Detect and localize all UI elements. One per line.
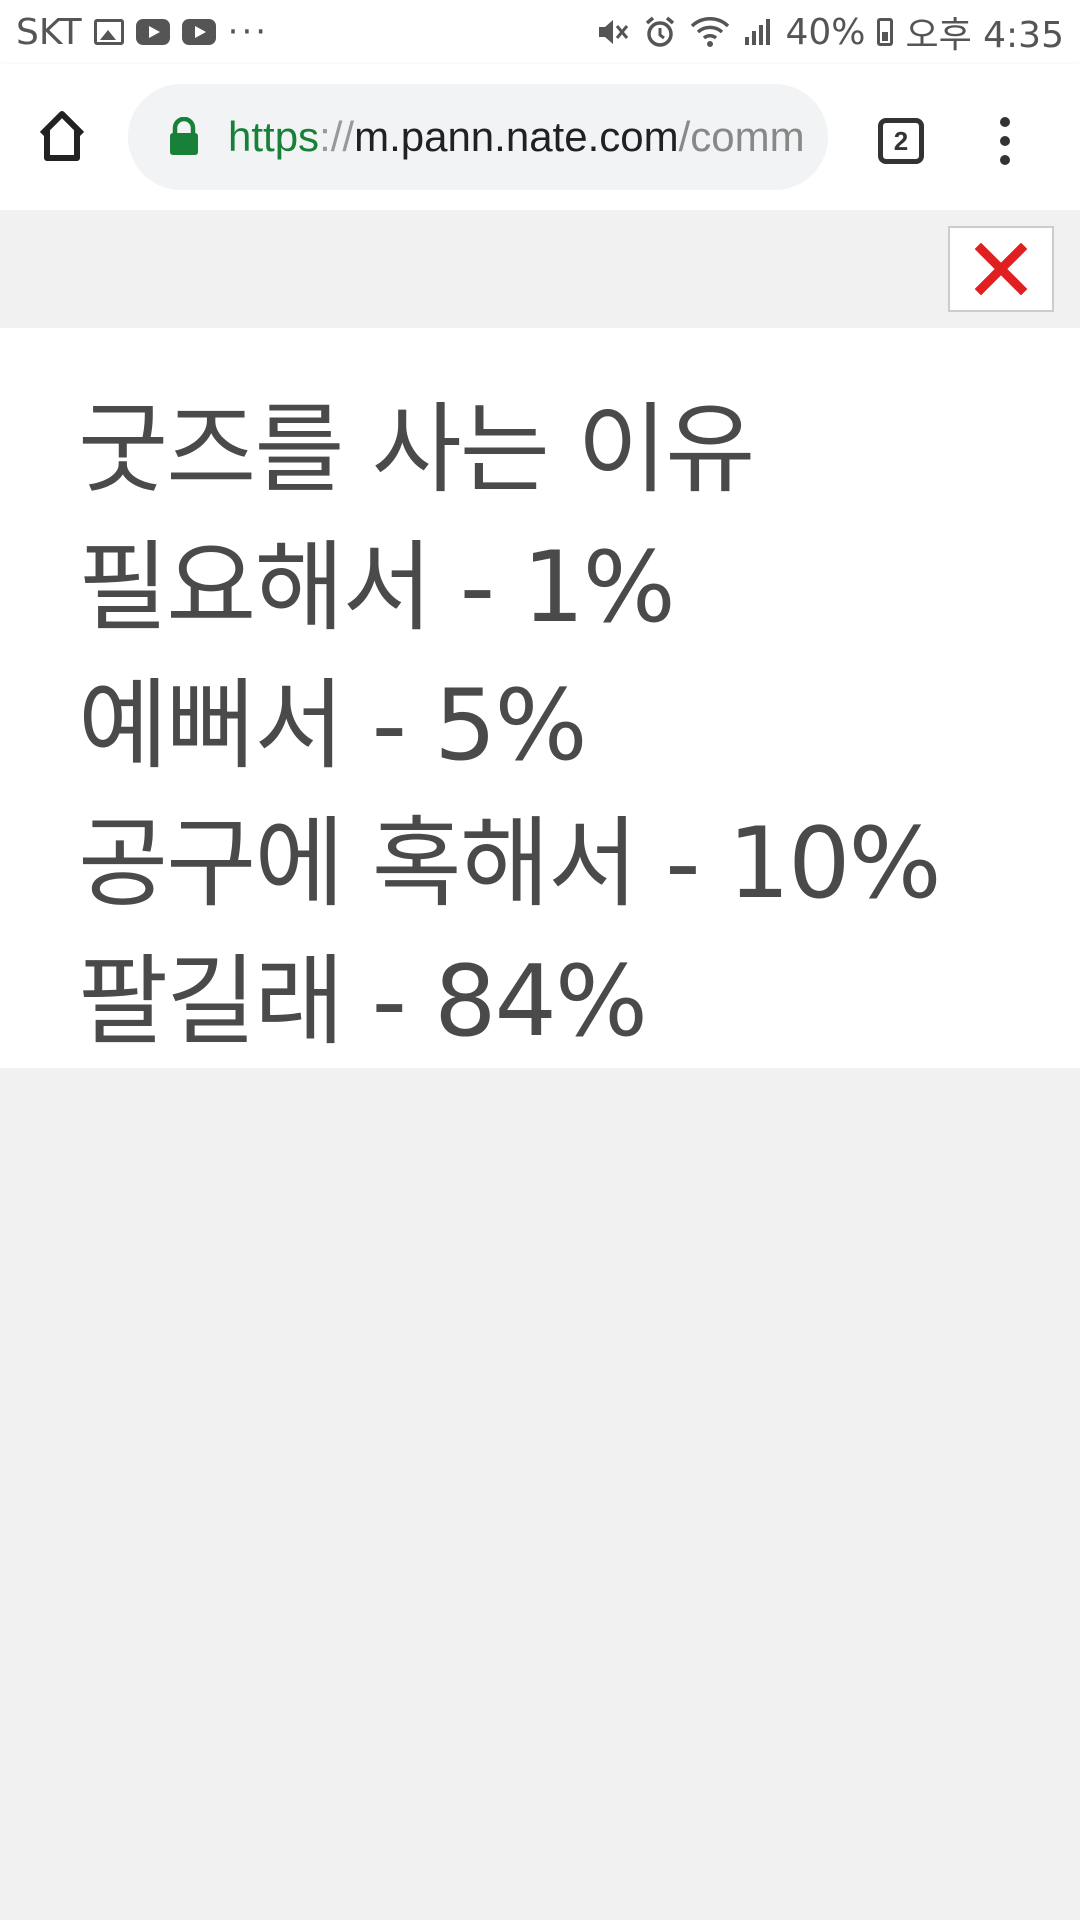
carrier-label: SKT (16, 11, 82, 53)
image-icon (93, 19, 124, 45)
tab-count: 2 (893, 125, 909, 156)
home-button[interactable] (30, 104, 94, 168)
close-icon (974, 243, 1028, 295)
wifi-icon (689, 16, 731, 48)
overflow-notifications: ··· (227, 12, 270, 52)
address-bar[interactable]: https://m.pann.nate.com/comm (128, 84, 828, 190)
close-button[interactable] (948, 226, 1054, 312)
url-text[interactable]: https://m.pann.nate.com/comm (228, 113, 808, 161)
signal-icon (743, 17, 773, 47)
mute-icon (595, 15, 631, 49)
battery-percent: 40% (785, 11, 866, 53)
alarm-icon (643, 15, 677, 49)
more-vert-icon (990, 117, 1020, 165)
url-host: m.pann.nate.com (354, 113, 679, 160)
battery-icon (877, 18, 894, 46)
url-path: /comm (678, 113, 805, 160)
youtube-icon (181, 19, 216, 45)
status-bar-right: 40% 오후 4:35 (595, 6, 1064, 58)
overlay-header (0, 210, 1080, 328)
status-bar: SKT ··· 40% 오후 4:35 (0, 0, 1080, 64)
status-bar-left: SKT ··· (16, 12, 269, 53)
content-line: 팔길래 - 84% (78, 945, 648, 1059)
clock: 오후 4:35 (905, 15, 1064, 56)
lock-icon (166, 116, 202, 157)
content-image: 굿즈를 사는 이유 필요해서 - 1% 예뻐서 - 5% 공구에 혹해서 - 1… (0, 328, 1080, 1068)
tab-switcher-button[interactable]: 2 (878, 118, 924, 164)
youtube-icon (135, 19, 170, 45)
content-line: 필요해서 - 1% (78, 531, 676, 645)
url-scheme: https (228, 113, 320, 160)
content-title: 굿즈를 사는 이유 (78, 393, 755, 507)
menu-button[interactable] (990, 112, 1020, 172)
home-icon (39, 111, 85, 161)
browser-toolbar: https://m.pann.nate.com/comm 2 (0, 64, 1080, 210)
content-line: 예뻐서 - 5% (78, 669, 588, 783)
content-line: 공구에 혹해서 - 10% (78, 807, 942, 921)
url-separator: :// (319, 113, 355, 160)
